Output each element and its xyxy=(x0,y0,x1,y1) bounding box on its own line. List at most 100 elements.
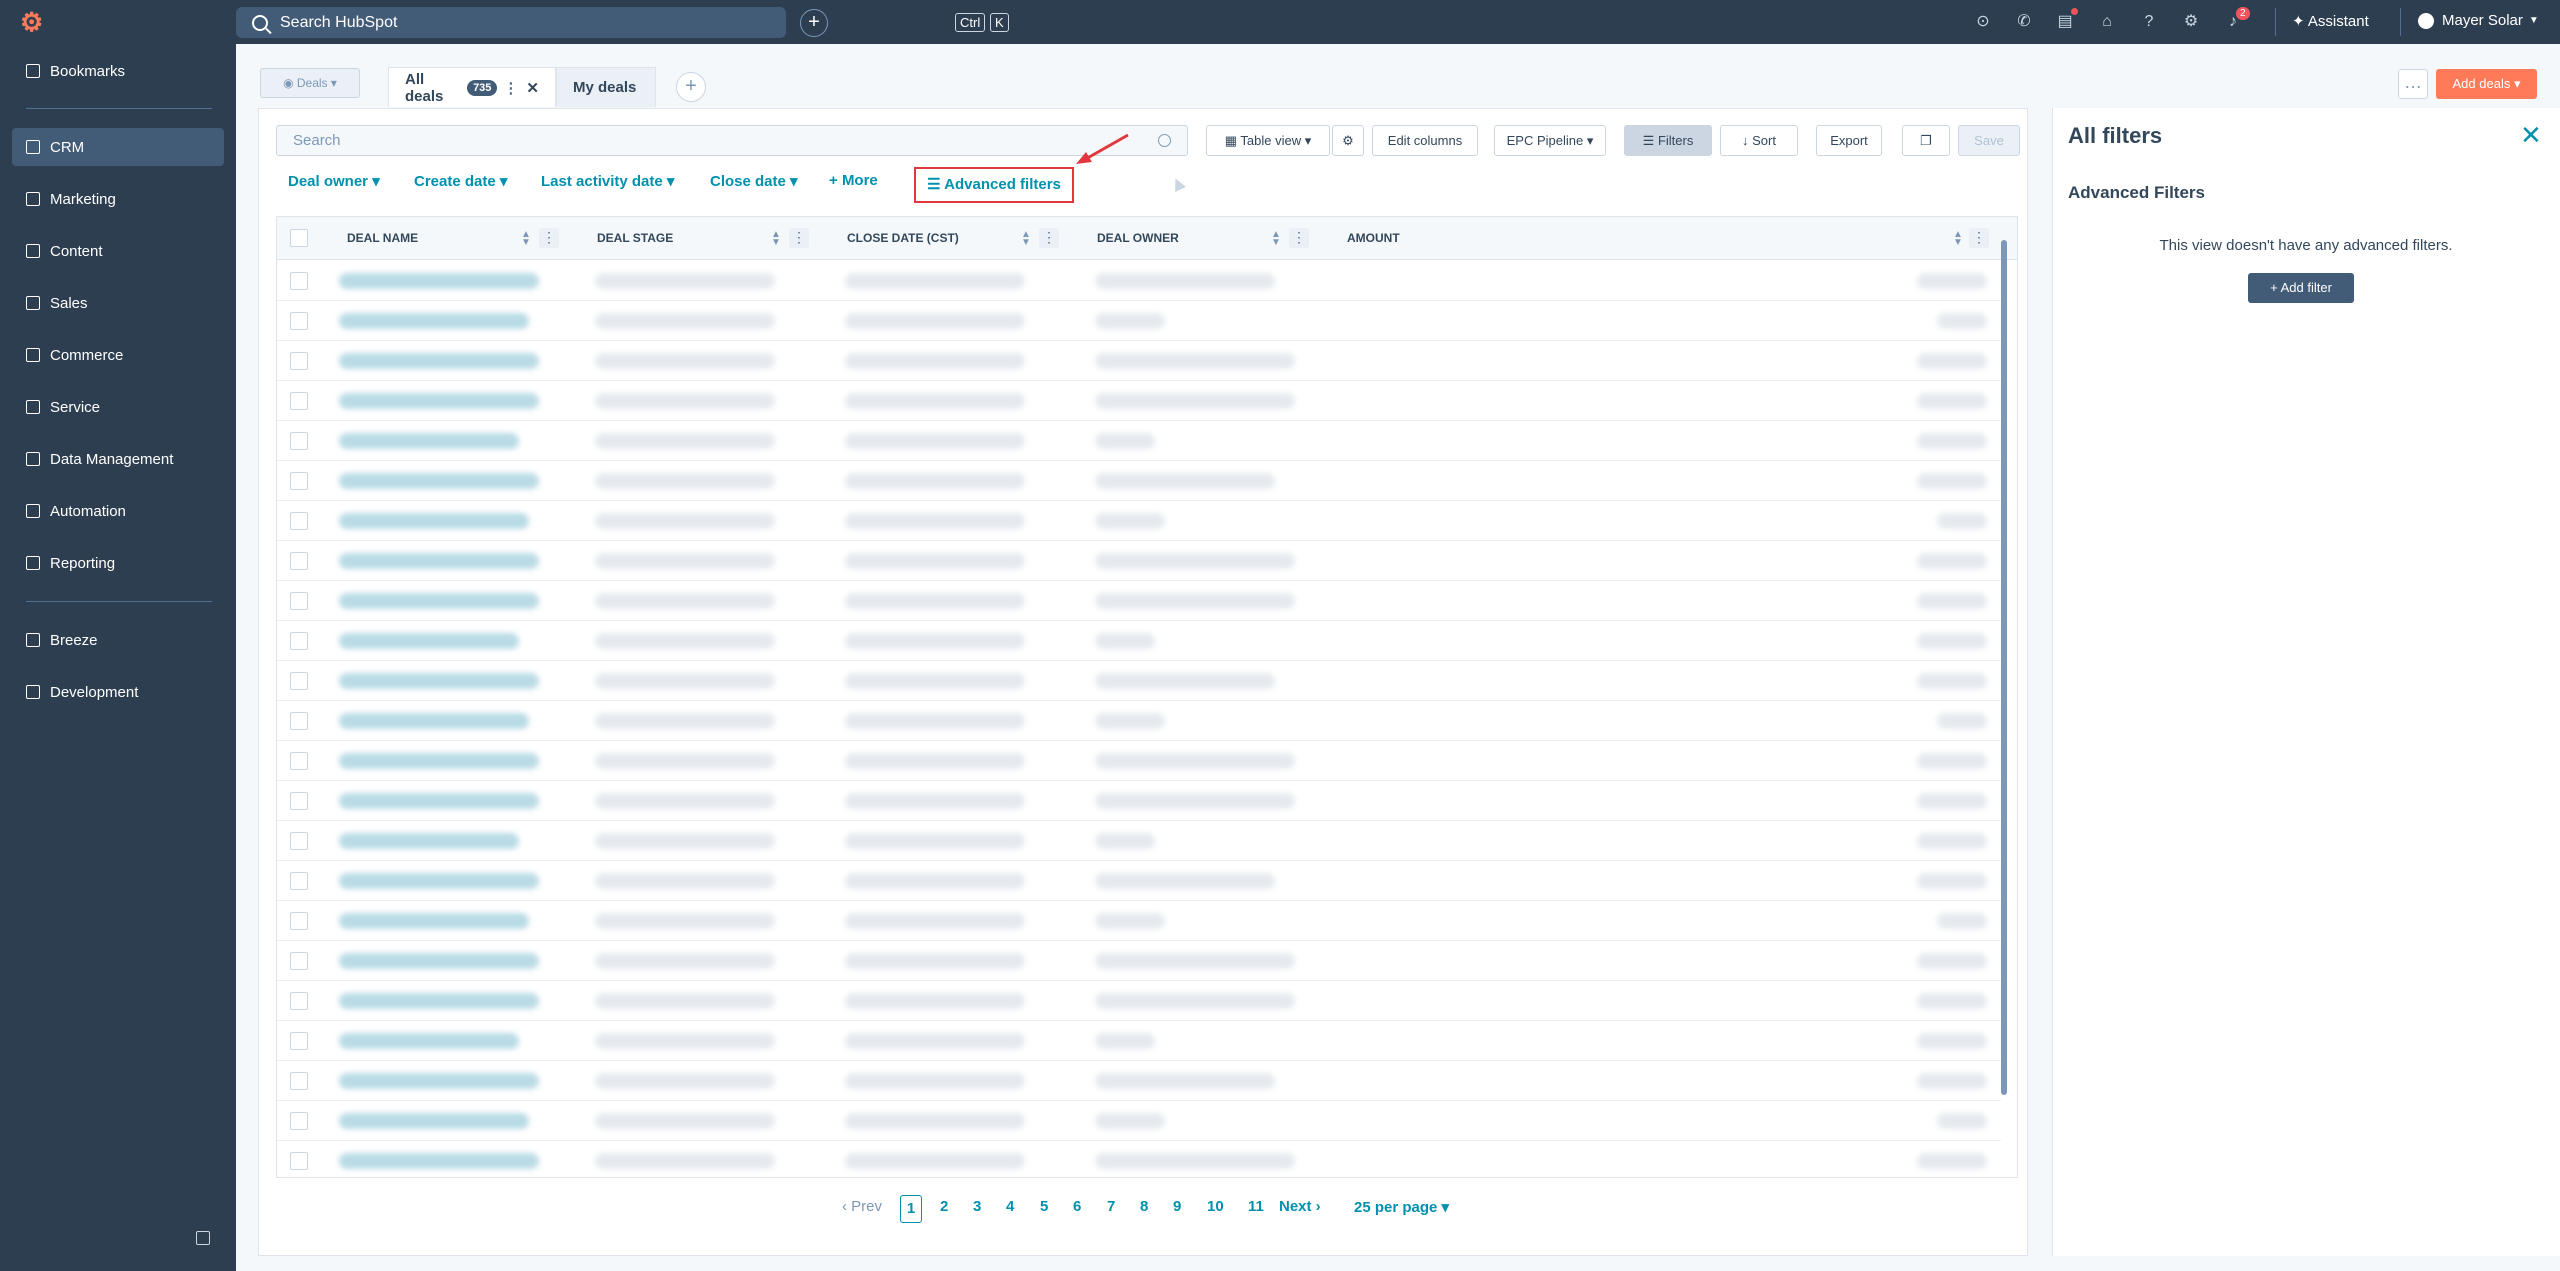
page-button-2[interactable]: 2 xyxy=(940,1198,948,1215)
sort-toggle-icon[interactable]: ▲ ▼ xyxy=(771,230,781,248)
more-filters-button[interactable]: + More xyxy=(829,172,878,189)
page-button-6[interactable]: 6 xyxy=(1073,1198,1081,1215)
column-options-icon[interactable]: ⋮ xyxy=(789,228,809,248)
column-header-deal-owner[interactable]: DEAL OWNER xyxy=(1097,217,1179,260)
table-row[interactable] xyxy=(277,981,2001,1021)
table-row[interactable] xyxy=(277,741,2001,781)
row-checkbox[interactable] xyxy=(290,792,308,810)
collapse-sidebar-icon[interactable] xyxy=(196,1231,210,1245)
create-date-filter[interactable]: Create date ▾ xyxy=(414,172,507,190)
table-row[interactable] xyxy=(277,341,2001,381)
table-row[interactable] xyxy=(277,781,2001,821)
calling-icon[interactable]: ✆ xyxy=(2013,11,2035,33)
sidebar-item-reporting[interactable]: Reporting xyxy=(12,544,224,582)
sidebar-item-marketing[interactable]: Marketing xyxy=(12,180,224,218)
table-row[interactable] xyxy=(277,541,2001,581)
row-checkbox[interactable] xyxy=(290,672,308,690)
sidebar-item-data-management[interactable]: Data Management xyxy=(12,440,224,478)
add-deals-button[interactable]: Add deals ▾ xyxy=(2436,69,2537,99)
assistant-button[interactable]: ✦ Assistant xyxy=(2292,12,2369,30)
table-row[interactable] xyxy=(277,581,2001,621)
advanced-filters-button[interactable]: ☰ Advanced filters xyxy=(914,167,1074,203)
table-row[interactable] xyxy=(277,901,2001,941)
create-new-icon[interactable]: + xyxy=(800,9,828,37)
pipeline-select[interactable]: EPC Pipeline ▾ xyxy=(1494,125,1606,156)
row-checkbox[interactable] xyxy=(290,592,308,610)
row-checkbox[interactable] xyxy=(290,1152,308,1170)
table-search-input[interactable]: Search xyxy=(276,125,1188,156)
row-checkbox[interactable] xyxy=(290,272,308,290)
sort-button[interactable]: ↓ Sort xyxy=(1720,125,1798,156)
edit-columns-button[interactable]: Edit columns xyxy=(1372,125,1478,156)
page-button-10[interactable]: 10 xyxy=(1207,1198,1224,1215)
sort-toggle-icon[interactable]: ▲ ▼ xyxy=(1021,230,1031,248)
tab-options-icon[interactable]: ⋮ xyxy=(503,79,518,97)
row-checkbox[interactable] xyxy=(290,1112,308,1130)
select-all-checkbox[interactable] xyxy=(290,229,308,247)
object-selector-button[interactable]: ◉ Deals ▾ xyxy=(260,68,360,98)
hubspot-logo-icon[interactable]: ⚙ xyxy=(20,8,48,36)
sidebar-item-service[interactable]: Service xyxy=(12,388,224,426)
view-settings-gear-icon[interactable]: ⚙ xyxy=(1332,125,1364,156)
sort-toggle-icon[interactable]: ▲ ▼ xyxy=(1953,230,1963,248)
row-checkbox[interactable] xyxy=(290,952,308,970)
page-button-8[interactable]: 8 xyxy=(1140,1198,1148,1215)
page-button-5[interactable]: 5 xyxy=(1040,1198,1048,1215)
row-checkbox[interactable] xyxy=(290,392,308,410)
row-checkbox[interactable] xyxy=(290,712,308,730)
help-icon[interactable]: ? xyxy=(2138,11,2160,33)
table-row[interactable] xyxy=(277,421,2001,461)
column-options-icon[interactable]: ⋮ xyxy=(1289,228,1309,248)
column-options-icon[interactable]: ⋮ xyxy=(1039,228,1059,248)
column-header-deal-stage[interactable]: DEAL STAGE xyxy=(597,217,673,260)
sidebar-item-automation[interactable]: Automation xyxy=(12,492,224,530)
sidebar-item-breeze[interactable]: Breeze xyxy=(12,621,224,659)
row-checkbox[interactable] xyxy=(290,752,308,770)
row-checkbox[interactable] xyxy=(290,872,308,890)
scrollbar-thumb[interactable] xyxy=(2001,240,2007,1095)
row-checkbox[interactable] xyxy=(290,632,308,650)
account-menu[interactable]: Mayer Solar ▼ xyxy=(2418,12,2539,29)
close-panel-icon[interactable]: ✕ xyxy=(2520,122,2542,148)
table-row[interactable] xyxy=(277,501,2001,541)
table-row[interactable] xyxy=(277,861,2001,901)
table-row[interactable] xyxy=(277,381,2001,421)
sort-toggle-icon[interactable]: ▲ ▼ xyxy=(1271,230,1281,248)
page-button-1[interactable]: 1 xyxy=(900,1195,922,1223)
settings-gear-icon[interactable]: ⚙ xyxy=(2180,11,2202,33)
deal-owner-filter[interactable]: Deal owner ▾ xyxy=(288,172,380,190)
page-button-9[interactable]: 9 xyxy=(1173,1198,1181,1215)
row-checkbox[interactable] xyxy=(290,1072,308,1090)
column-options-icon[interactable]: ⋮ xyxy=(539,228,559,248)
table-view-button[interactable]: ▦ Table view ▾ xyxy=(1206,125,1330,156)
global-search-input[interactable]: Search HubSpot Ctrl K xyxy=(236,7,1009,38)
next-page-button[interactable]: Next › xyxy=(1279,1198,1321,1215)
page-button-7[interactable]: 7 xyxy=(1107,1198,1115,1215)
table-row[interactable] xyxy=(277,261,2001,301)
sidebar-item-sales[interactable]: Sales xyxy=(12,284,224,322)
row-checkbox[interactable] xyxy=(290,1032,308,1050)
row-checkbox[interactable] xyxy=(290,912,308,930)
marketplace-icon[interactable]: ⌂ xyxy=(2096,11,2118,33)
prev-page-button[interactable]: ‹ Prev xyxy=(842,1198,882,1215)
sidebar-item-content[interactable]: Content xyxy=(12,232,224,270)
add-filter-button[interactable]: + Add filter xyxy=(2248,273,2354,303)
column-header-amount[interactable]: AMOUNT xyxy=(1347,217,1400,260)
filters-button[interactable]: ☰ Filters xyxy=(1624,125,1712,156)
tab-my-deals[interactable]: My deals xyxy=(556,67,656,107)
table-row[interactable] xyxy=(277,461,2001,501)
duplicate-view-icon[interactable]: ❐ xyxy=(1902,125,1950,156)
row-checkbox[interactable] xyxy=(290,552,308,570)
row-checkbox[interactable] xyxy=(290,472,308,490)
row-checkbox[interactable] xyxy=(290,992,308,1010)
close-tab-icon[interactable]: ✕ xyxy=(526,79,539,97)
table-row[interactable] xyxy=(277,301,2001,341)
sidebar-item-crm[interactable]: CRM xyxy=(12,128,224,166)
row-checkbox[interactable] xyxy=(290,312,308,330)
sort-toggle-icon[interactable]: ▲ ▼ xyxy=(521,230,531,248)
close-date-filter[interactable]: Close date ▾ xyxy=(710,172,798,190)
page-button-4[interactable]: 4 xyxy=(1006,1198,1014,1215)
table-row[interactable] xyxy=(277,1061,2001,1101)
sidebar-item-commerce[interactable]: Commerce xyxy=(12,336,224,374)
table-row[interactable] xyxy=(277,1141,2001,1177)
